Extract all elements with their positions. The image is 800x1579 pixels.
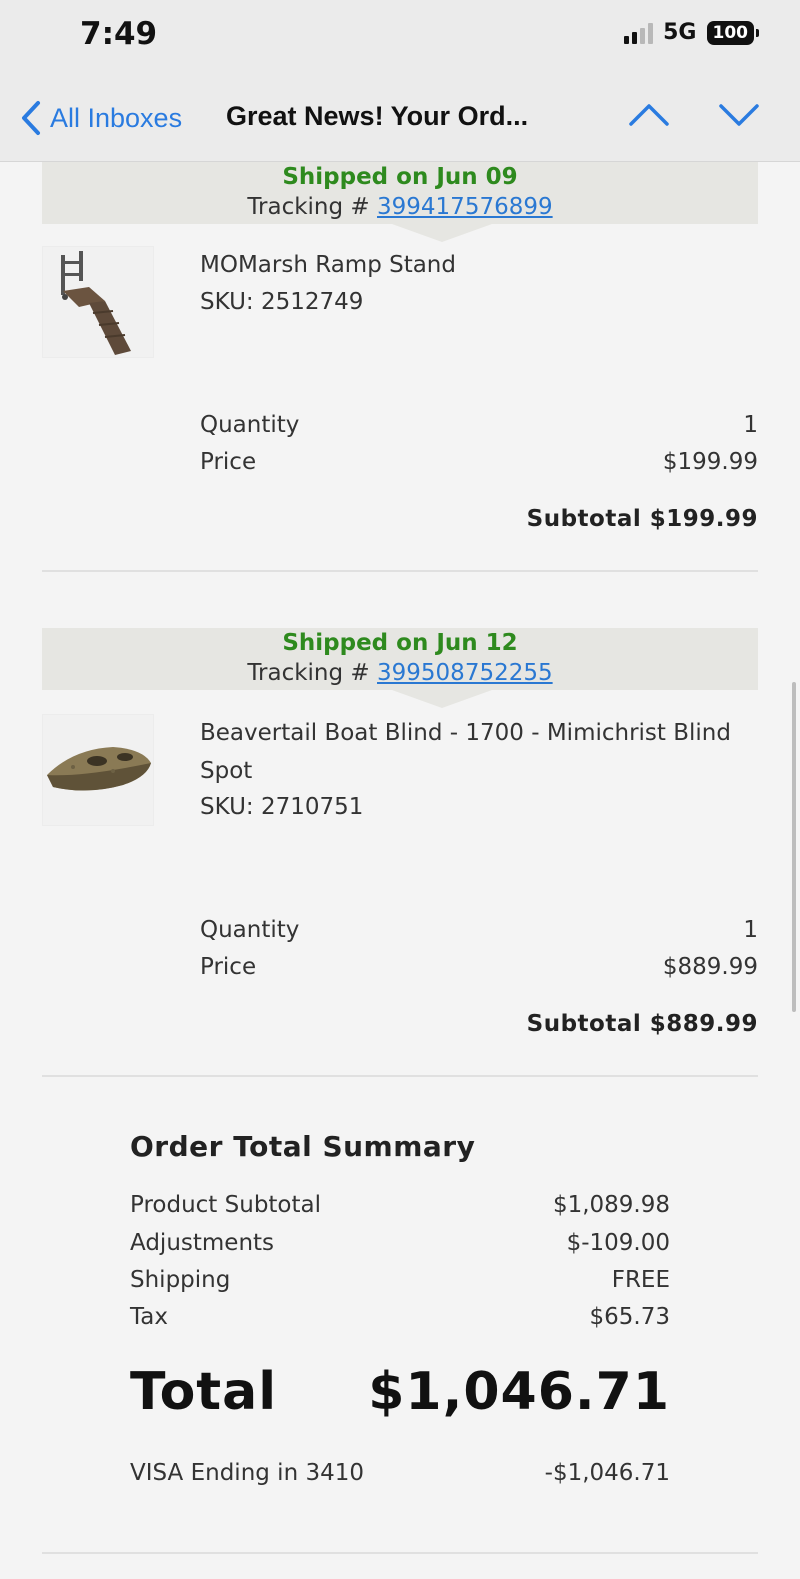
total-label: Total	[130, 1362, 278, 1422]
summary-label: Adjustments	[130, 1230, 275, 1256]
tracking-line: Tracking # 399508752255	[42, 658, 758, 688]
product-image-ramp-stand[interactable]	[42, 246, 154, 358]
summary-label: Tax	[130, 1304, 168, 1330]
summary-label: Shipping	[130, 1267, 231, 1293]
product-sku: SKU: 2512749	[200, 289, 364, 315]
quantity-value: 1	[743, 412, 758, 438]
ramp-stand-image	[61, 251, 131, 355]
payment-row: VISA Ending in 3410 -$1,046.71	[130, 1460, 670, 1486]
message-subject: Great News! Your Ord...	[226, 101, 529, 131]
quantity-label: Quantity	[200, 917, 300, 943]
quantity-value: 1	[743, 917, 758, 943]
shipment-banner: Shipped on Jun 09 Tracking # 39941757689…	[42, 162, 758, 242]
shipment-banner: Shipped on Jun 12 Tracking # 39950875225…	[42, 628, 758, 708]
price-row: Price $889.99	[200, 954, 758, 980]
quantity-row: Quantity 1	[200, 917, 758, 943]
price-label: Price	[200, 449, 257, 475]
price-value: $889.99	[662, 954, 758, 980]
summary-label: Product Subtotal	[130, 1192, 322, 1218]
top-bar: 7:49 5G 100 All Inboxes Great News! Your…	[0, 0, 800, 162]
section-divider	[42, 1075, 758, 1077]
network-type: 5G	[663, 20, 697, 45]
scrollbar[interactable]	[792, 682, 796, 1012]
payment-value: -$1,046.71	[544, 1460, 670, 1486]
order-total-row: Total $1,046.71	[130, 1362, 670, 1422]
product-sku: SKU: 2710751	[200, 794, 364, 820]
tracking-label: Tracking #	[247, 194, 370, 220]
total-value: $1,046.71	[368, 1362, 670, 1422]
section-divider	[42, 1552, 758, 1554]
order-summary-title: Order Total Summary	[130, 1130, 476, 1163]
boat-blind-image	[47, 747, 151, 791]
summary-row: Adjustments $-109.00	[130, 1230, 670, 1256]
quantity-row: Quantity 1	[200, 412, 758, 438]
chevron-down-icon	[719, 104, 759, 126]
summary-value: $-109.00	[566, 1230, 670, 1256]
chevron-up-icon	[629, 104, 669, 126]
product-name[interactable]: MOMarsh Ramp Stand	[200, 246, 760, 284]
tracking-label: Tracking #	[247, 660, 370, 686]
item-subtotal: Subtotal $889.99	[526, 1011, 758, 1037]
tracking-number-link[interactable]: 399508752255	[377, 660, 553, 686]
summary-row: Product Subtotal $1,089.98	[130, 1192, 670, 1218]
back-label: All Inboxes	[50, 102, 183, 133]
banner-pointer	[392, 690, 492, 708]
summary-value: $1,089.98	[552, 1192, 670, 1218]
banner-pointer	[392, 224, 492, 242]
price-label: Price	[200, 954, 257, 980]
summary-row: Tax $65.73	[130, 1304, 670, 1330]
chevron-left-icon	[22, 101, 40, 135]
tracking-number-link[interactable]: 399417576899	[377, 194, 553, 220]
back-button[interactable]: All Inboxes	[20, 100, 182, 136]
previous-message-button[interactable]	[628, 102, 670, 132]
status-time: 7:49	[80, 16, 158, 52]
next-message-button[interactable]	[718, 102, 760, 132]
battery-level: 100	[712, 22, 749, 43]
payment-label: VISA Ending in 3410	[130, 1460, 364, 1486]
item-subtotal: Subtotal $199.99	[526, 506, 758, 532]
quantity-label: Quantity	[200, 412, 300, 438]
product-name[interactable]: Beavertail Boat Blind - 1700 - Mimichris…	[200, 714, 760, 790]
price-value: $199.99	[662, 449, 758, 475]
mail-nav-bar: All Inboxes Great News! Your Ord...	[0, 96, 800, 144]
status-indicators: 5G 100	[624, 20, 759, 45]
summary-row: Shipping FREE	[130, 1267, 670, 1293]
product-image-boat-blind[interactable]	[42, 714, 154, 826]
summary-value: $65.73	[589, 1304, 670, 1330]
cellular-signal-icon	[624, 22, 654, 44]
shipment-status: Shipped on Jun 09	[282, 164, 518, 190]
shipment-status: Shipped on Jun 12	[282, 630, 518, 656]
battery-icon: 100	[706, 20, 759, 45]
summary-value: FREE	[611, 1267, 670, 1293]
price-row: Price $199.99	[200, 449, 758, 475]
tracking-line: Tracking # 399417576899	[42, 192, 758, 222]
section-divider	[42, 570, 758, 572]
